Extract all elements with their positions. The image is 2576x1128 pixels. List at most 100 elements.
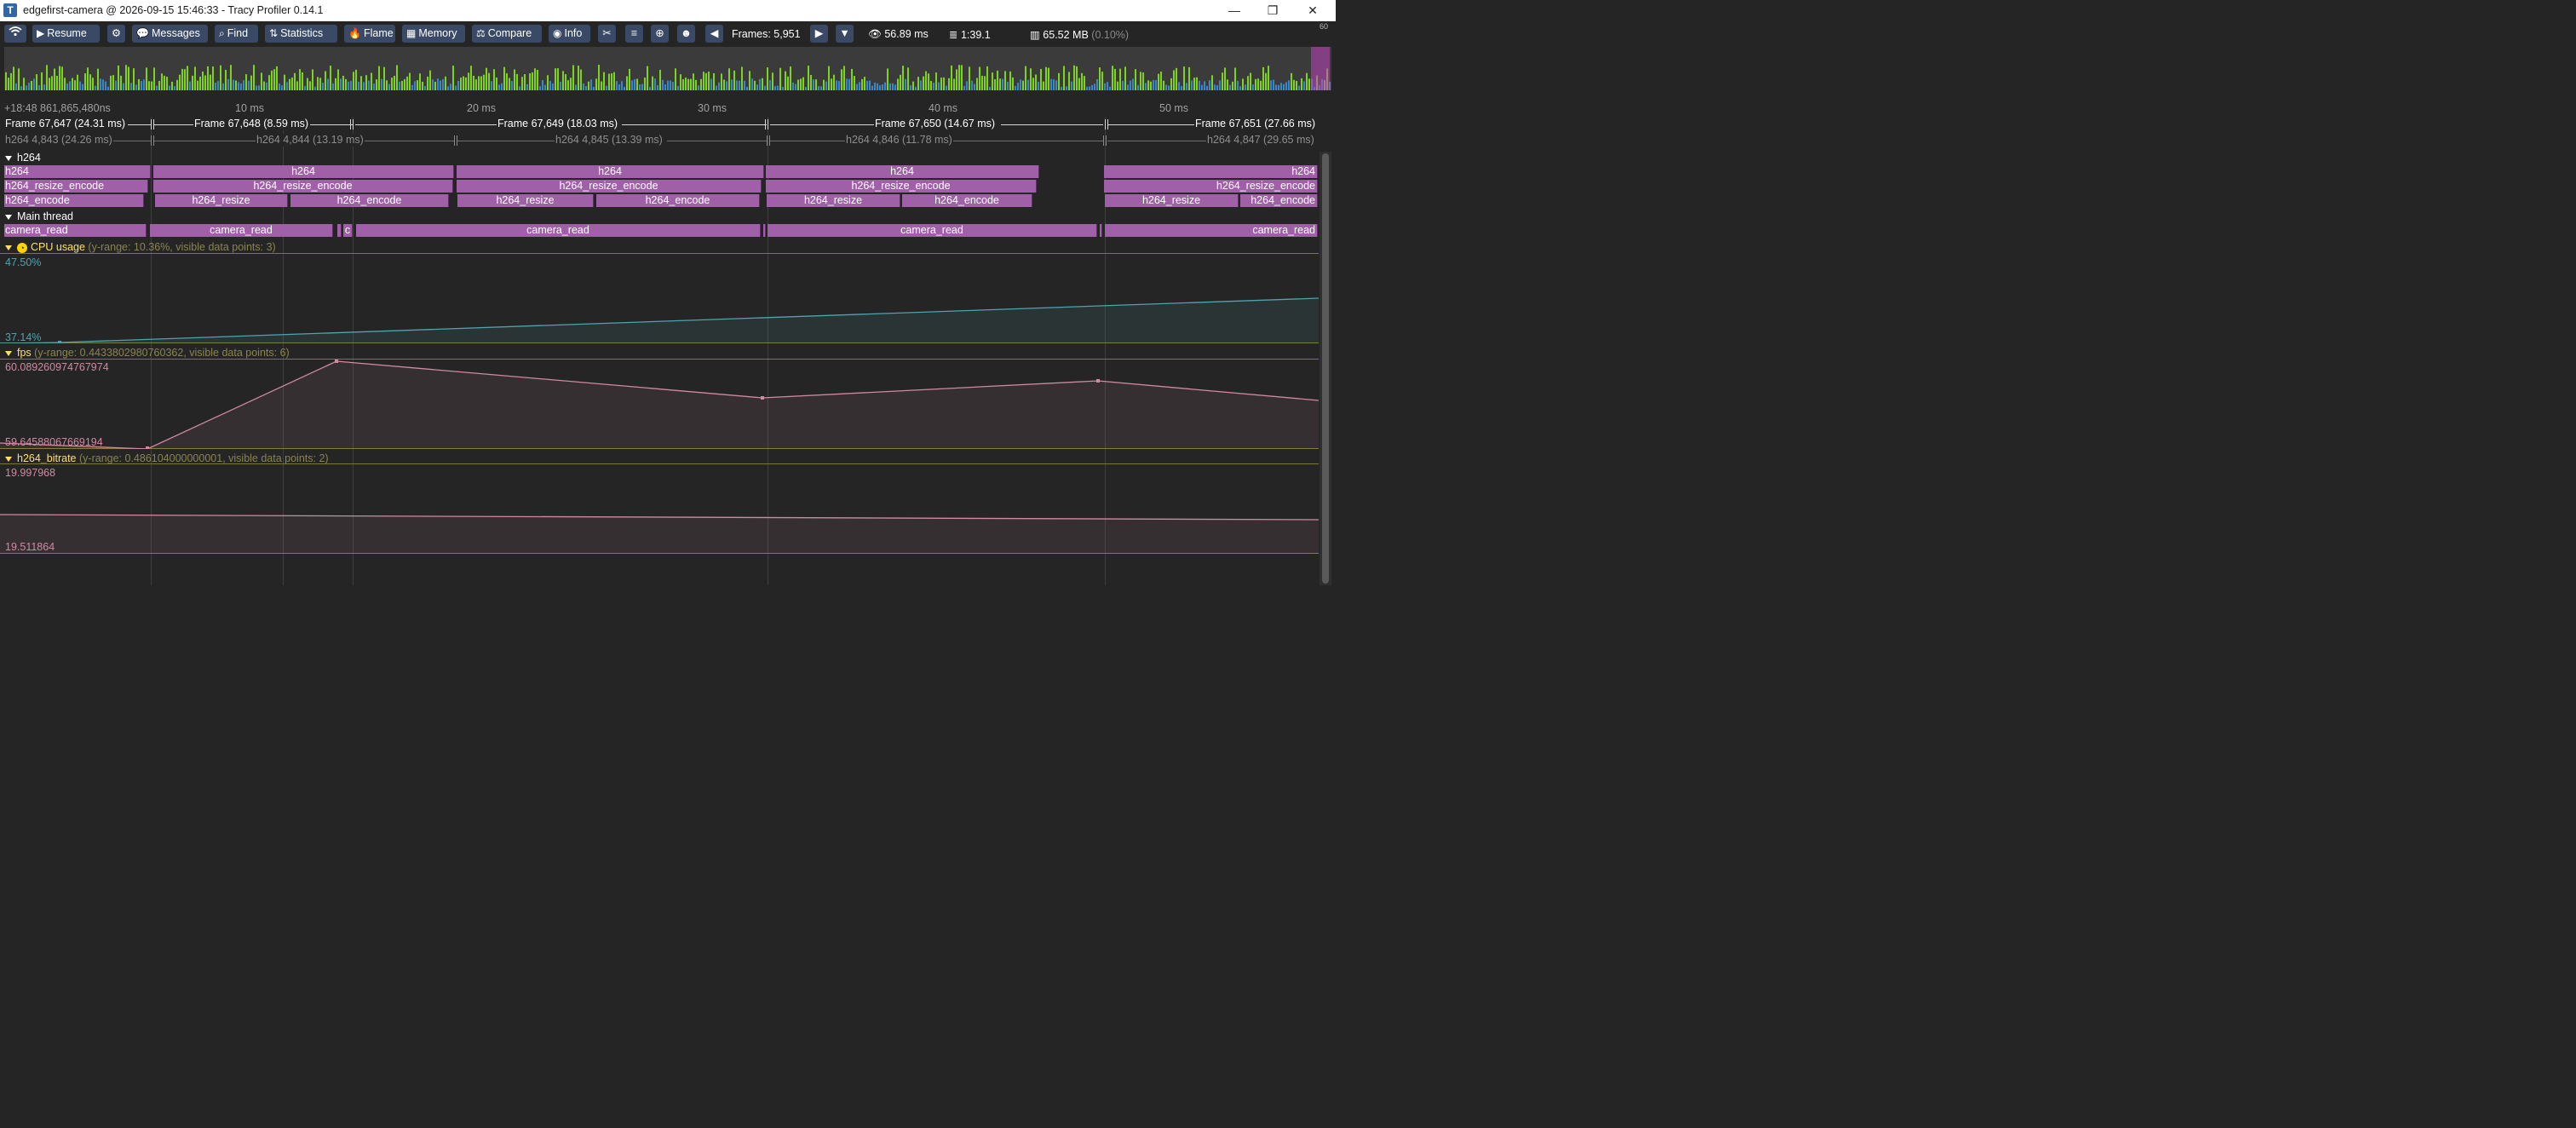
frame-overview[interactable]: 60 xyxy=(4,22,1331,90)
ram-icon: ▥ xyxy=(1030,29,1040,41)
zone-camera-read[interactable]: camera_read xyxy=(1105,224,1318,237)
zone-h264-encode[interactable]: h264_encode xyxy=(1240,194,1318,207)
zone-h264-encode[interactable]: h264_encode xyxy=(902,194,1032,207)
frame-label[interactable]: Frame 67,651 (27.66 ms) xyxy=(1194,118,1317,130)
tools-button[interactable]: ✂ xyxy=(598,25,616,43)
settings-button[interactable]: ⚙ xyxy=(107,25,125,43)
frame-label[interactable]: Frame 67,650 (14.67 ms) xyxy=(874,118,997,130)
resume-button[interactable]: ▶ Resume xyxy=(32,25,100,43)
frame-label[interactable]: Frame 67,648 (8.59 ms) xyxy=(193,118,310,130)
zone-camera-read[interactable]: camera_read xyxy=(4,224,147,237)
scale-icon: ⚖ xyxy=(476,27,486,39)
zone-h264[interactable]: h264 xyxy=(4,165,151,178)
cpu-gauge-icon: ◔ xyxy=(17,242,27,253)
h264-frame-label[interactable]: h264 4,844 (13.19 ms) xyxy=(256,134,365,147)
window-titlebar: T edgefirst-camera @ 2026-09-15 15:46:33… xyxy=(0,0,1336,21)
zone-h264-resize[interactable]: h264_resize xyxy=(457,194,594,207)
notes-icon: ≡ xyxy=(630,27,638,39)
zone-h264-resize[interactable]: h264_resize xyxy=(155,194,288,207)
zone-h264[interactable]: h264 xyxy=(1104,165,1318,178)
timeline-scrollbar[interactable] xyxy=(1320,152,1331,585)
zone-h264[interactable]: h264 xyxy=(153,165,454,178)
plot-header-cpu[interactable]: ◔ CPU usage (y-range: 10.36%, visible dat… xyxy=(5,241,276,253)
zone-h264-resize-encode[interactable]: h264_resize_encode xyxy=(153,180,453,193)
zone-h264-resize-encode[interactable]: h264_resize_encode xyxy=(4,180,148,193)
frames-count: Frames: 5,951 xyxy=(732,28,801,40)
zone-h264-encode[interactable]: h264_encode xyxy=(290,194,449,207)
zone-h264[interactable]: h264 xyxy=(457,165,764,178)
h264-frame-label[interactable]: h264 4,846 (11.78 ms) xyxy=(845,134,953,147)
compare-button[interactable]: ⚖ Compare xyxy=(472,25,542,43)
messages-button[interactable]: 💬 Messages xyxy=(132,25,208,43)
tracy-app-icon: T xyxy=(3,3,17,17)
plot-max-label: 60.089260974767974 xyxy=(5,361,109,373)
zoom-button[interactable]: ⊕ xyxy=(651,25,669,43)
speech-bubble-icon: 💬 xyxy=(136,27,149,39)
play-icon: ▶ xyxy=(37,27,45,39)
fingerprint-icon: ◉ xyxy=(553,27,562,39)
scrollbar-thumb[interactable] xyxy=(1322,153,1329,584)
h264-frame-label[interactable]: h264 4,847 (29.65 ms) xyxy=(1206,134,1315,147)
plot-min-label: 59.64588067669194 xyxy=(5,436,103,448)
prev-frame-button[interactable]: ◀ xyxy=(705,25,723,43)
tools-icon: ✂ xyxy=(602,27,612,39)
zone-h264-resize[interactable]: h264_resize xyxy=(767,194,900,207)
main-toolbar: ▶ Resume ⚙ 💬 Messages ⌕ Find ⇅ Statistics 🔥 F… xyxy=(0,21,1336,47)
maximize-button[interactable]: ❐ xyxy=(1253,0,1292,21)
plot-header-fps[interactable]: fps (y-range: 0.4433802980760362, visibl… xyxy=(5,347,290,359)
caret-down-icon: ▼ xyxy=(839,27,850,39)
zone-h264-resize[interactable]: h264_resize xyxy=(1105,194,1239,207)
zone-h264-encode[interactable]: h264_encode xyxy=(596,194,760,207)
zone-h264-resize-encode[interactable]: h264_resize_encode xyxy=(457,180,762,193)
memory-chip-icon: ▦ xyxy=(406,27,417,39)
frame-label[interactable]: Frame 67,647 (24.31 ms) xyxy=(4,118,127,130)
frame-label[interactable]: Frame 67,649 (18.03 ms) xyxy=(497,118,619,130)
overview-scale-label: 60 xyxy=(1319,22,1328,31)
flame-button[interactable]: 🔥 Flame xyxy=(344,25,395,43)
info-button[interactable]: ◉ Info xyxy=(549,25,590,43)
assistant-button[interactable]: ☻ xyxy=(677,25,695,43)
plot-header-h264-bitrate[interactable]: h264_bitrate (y-range: 0.486104000000001… xyxy=(5,452,329,464)
zone-h264-resize-encode[interactable]: h264_resize_encode xyxy=(766,180,1037,193)
plot-max-label: 19.997968 xyxy=(5,467,56,479)
plot-max-label: 47.50% xyxy=(5,256,42,268)
ruler-tick-label: 10 ms xyxy=(235,102,265,114)
thread-header-h264[interactable]: h264 xyxy=(5,152,41,164)
memory-button[interactable]: ▦ Memory xyxy=(402,25,465,43)
zone-camera-read[interactable]: camera_read xyxy=(150,224,333,237)
cpu-usage-plot xyxy=(0,297,1319,343)
close-button[interactable]: ✕ xyxy=(1293,0,1332,21)
db-time: ≣ 1:39.1 xyxy=(949,29,991,41)
h264-frame-label[interactable]: h264 4,845 (13.39 ms) xyxy=(555,134,664,147)
zone-h264-encode[interactable]: h264_encode xyxy=(4,194,144,207)
time-ruler: +18:48 861,865,480ns 10 ms 20 ms 30 ms 4… xyxy=(0,94,1336,118)
zone-camera-read[interactable]: camera_read xyxy=(356,224,761,237)
zone-camera-read-small[interactable] xyxy=(1100,224,1102,237)
thread-header-main[interactable]: Main thread xyxy=(5,210,73,222)
magnify-icon: ⊕ xyxy=(655,27,664,39)
ruler-tick-label: 40 ms xyxy=(929,102,958,114)
connection-button[interactable] xyxy=(4,25,26,43)
caret-right-icon: ▶ xyxy=(814,27,824,39)
h264-frame-label[interactable]: h264 4,843 (24.26 ms) xyxy=(4,134,113,147)
find-button[interactable]: ⌕ Find xyxy=(215,25,258,43)
zone-camera-read[interactable]: c xyxy=(343,224,353,237)
statistics-button[interactable]: ⇅ Statistics xyxy=(265,25,337,43)
collapse-arrow-icon xyxy=(5,350,12,356)
window-title: edgefirst-camera @ 2026-09-15 15:46:33 -… xyxy=(23,4,324,16)
zone-camera-read-small[interactable] xyxy=(763,224,766,237)
minimize-button[interactable]: — xyxy=(1215,0,1254,21)
frame-overview-bars xyxy=(5,65,1331,90)
wifi-icon xyxy=(9,26,22,39)
next-frame-button[interactable]: ▶ xyxy=(810,25,828,43)
zone-camera-read[interactable]: camera_read xyxy=(768,224,1097,237)
caret-left-icon: ◀ xyxy=(710,27,719,39)
overview-selection[interactable] xyxy=(1311,47,1330,90)
zone-h264[interactable]: h264 xyxy=(766,165,1039,178)
zone-camera-read-small[interactable] xyxy=(337,224,342,237)
notes-button[interactable]: ≡ xyxy=(625,25,643,43)
zone-h264-resize-encode[interactable]: h264_resize_encode xyxy=(1104,180,1318,193)
frame-markers: Frame 67,647 (24.31 ms) Frame 67,648 (8.… xyxy=(0,118,1319,131)
frame-dropdown-button[interactable]: ▼ xyxy=(836,25,854,43)
memory-usage: ▥ 65.52 MB (0.10%) xyxy=(1030,29,1130,41)
